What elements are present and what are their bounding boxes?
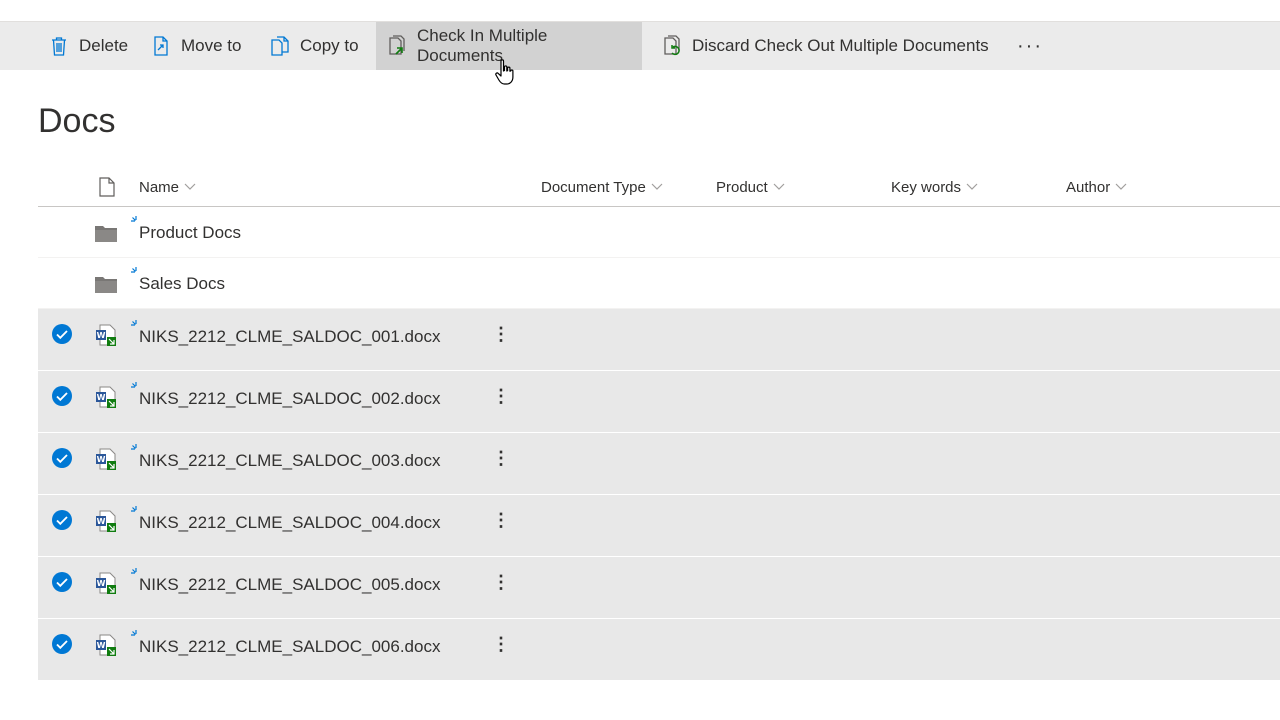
folder-row[interactable]: Sales Docs (38, 258, 1280, 309)
folder-row[interactable]: Product Docs (38, 207, 1280, 258)
column-header-product[interactable]: Product (716, 168, 785, 206)
word-document-icon: W (96, 572, 116, 594)
chevron-down-icon (773, 183, 785, 190)
file-name-link[interactable]: NIKS_2212_CLME_SALDOC_005.docx (139, 575, 440, 595)
file-row[interactable]: W NIKS_2212_CLME_SALDOC_002.docx ⋮ (38, 371, 1280, 433)
row-checkbox-checked-icon[interactable] (51, 385, 73, 407)
delete-label: Delete (79, 36, 129, 55)
move-to-label: Move to (181, 36, 242, 55)
column-header-author[interactable]: Author (1066, 168, 1127, 206)
column-header-name[interactable]: Name (139, 168, 196, 206)
svg-text:W: W (97, 579, 106, 588)
copy-to-label: Copy to (300, 36, 359, 55)
folder-icon (95, 277, 117, 293)
file-type-header-icon[interactable] (98, 177, 116, 197)
discard-label: Discard Check Out Multiple Documents (692, 36, 989, 55)
chevron-down-icon (1115, 183, 1127, 190)
word-document-icon: W (96, 510, 116, 532)
word-document-icon: W (96, 324, 116, 346)
row-checkbox-checked-icon[interactable] (51, 633, 73, 655)
file-name-link[interactable]: NIKS_2212_CLME_SALDOC_003.docx (139, 451, 440, 471)
delete-button[interactable]: Delete (38, 22, 138, 70)
column-header-key-words[interactable]: Key words (891, 168, 978, 206)
file-name-link[interactable]: NIKS_2212_CLME_SALDOC_001.docx (139, 327, 440, 347)
row-checkbox-checked-icon[interactable] (51, 571, 73, 593)
chevron-down-icon (966, 183, 978, 190)
folder-name-link[interactable]: Sales Docs (139, 274, 225, 294)
more-options-icon[interactable]: ⋮ (492, 633, 510, 655)
folder-icon (95, 226, 117, 242)
file-row[interactable]: W NIKS_2212_CLME_SALDOC_005.docx ⋮ (38, 557, 1280, 619)
svg-text:W: W (97, 517, 106, 526)
more-commands-button[interactable]: ··· (1010, 22, 1050, 70)
more-options-icon[interactable]: ⋮ (492, 447, 510, 469)
svg-text:W: W (97, 455, 106, 464)
move-to-icon (150, 35, 172, 57)
check-in-label: Check In Multiple Documents (417, 26, 548, 65)
chevron-down-icon (651, 183, 663, 190)
row-checkbox-checked-icon[interactable] (51, 323, 73, 345)
file-row[interactable]: W NIKS_2212_CLME_SALDOC_001.docx ⋮ (38, 309, 1280, 371)
copy-to-button[interactable]: Copy to (259, 22, 369, 70)
more-options-icon[interactable]: ⋮ (492, 509, 510, 531)
word-document-icon: W (96, 634, 116, 656)
move-to-button[interactable]: Move to (140, 22, 251, 70)
file-row[interactable]: W NIKS_2212_CLME_SALDOC_006.docx ⋮ (38, 619, 1280, 681)
svg-text:W: W (97, 331, 106, 340)
more-options-icon[interactable]: ⋮ (492, 571, 510, 593)
check-in-icon (386, 35, 408, 57)
word-document-icon: W (96, 386, 116, 408)
command-bar: Delete Move to Copy to Check In Multiple… (0, 22, 1280, 70)
file-name-link[interactable]: NIKS_2212_CLME_SALDOC_006.docx (139, 637, 440, 657)
word-document-icon: W (96, 448, 116, 470)
copy-to-icon (269, 35, 291, 57)
row-checkbox-checked-icon[interactable] (51, 509, 73, 531)
chevron-down-icon (184, 183, 196, 190)
column-header-document-type[interactable]: Document Type (541, 168, 663, 206)
file-name-link[interactable]: NIKS_2212_CLME_SALDOC_002.docx (139, 389, 440, 409)
discard-check-out-icon (661, 35, 683, 57)
more-options-icon[interactable]: ⋮ (492, 323, 510, 345)
more-options-icon[interactable]: ⋮ (492, 385, 510, 407)
hand-cursor-icon (495, 59, 514, 85)
folder-name-link[interactable]: Product Docs (139, 223, 241, 243)
trash-icon (48, 35, 70, 57)
file-row[interactable]: W NIKS_2212_CLME_SALDOC_003.docx ⋮ (38, 433, 1280, 495)
list-header: Name Document Type Product Key words Aut… (38, 168, 1280, 207)
file-name-link[interactable]: NIKS_2212_CLME_SALDOC_004.docx (139, 513, 440, 533)
svg-text:W: W (97, 641, 106, 650)
row-checkbox-checked-icon[interactable] (51, 447, 73, 469)
file-row[interactable]: W NIKS_2212_CLME_SALDOC_004.docx ⋮ (38, 495, 1280, 557)
discard-check-out-button[interactable]: Discard Check Out Multiple Documents (651, 22, 999, 70)
page-title: Docs (38, 102, 116, 140)
svg-text:W: W (97, 393, 106, 402)
